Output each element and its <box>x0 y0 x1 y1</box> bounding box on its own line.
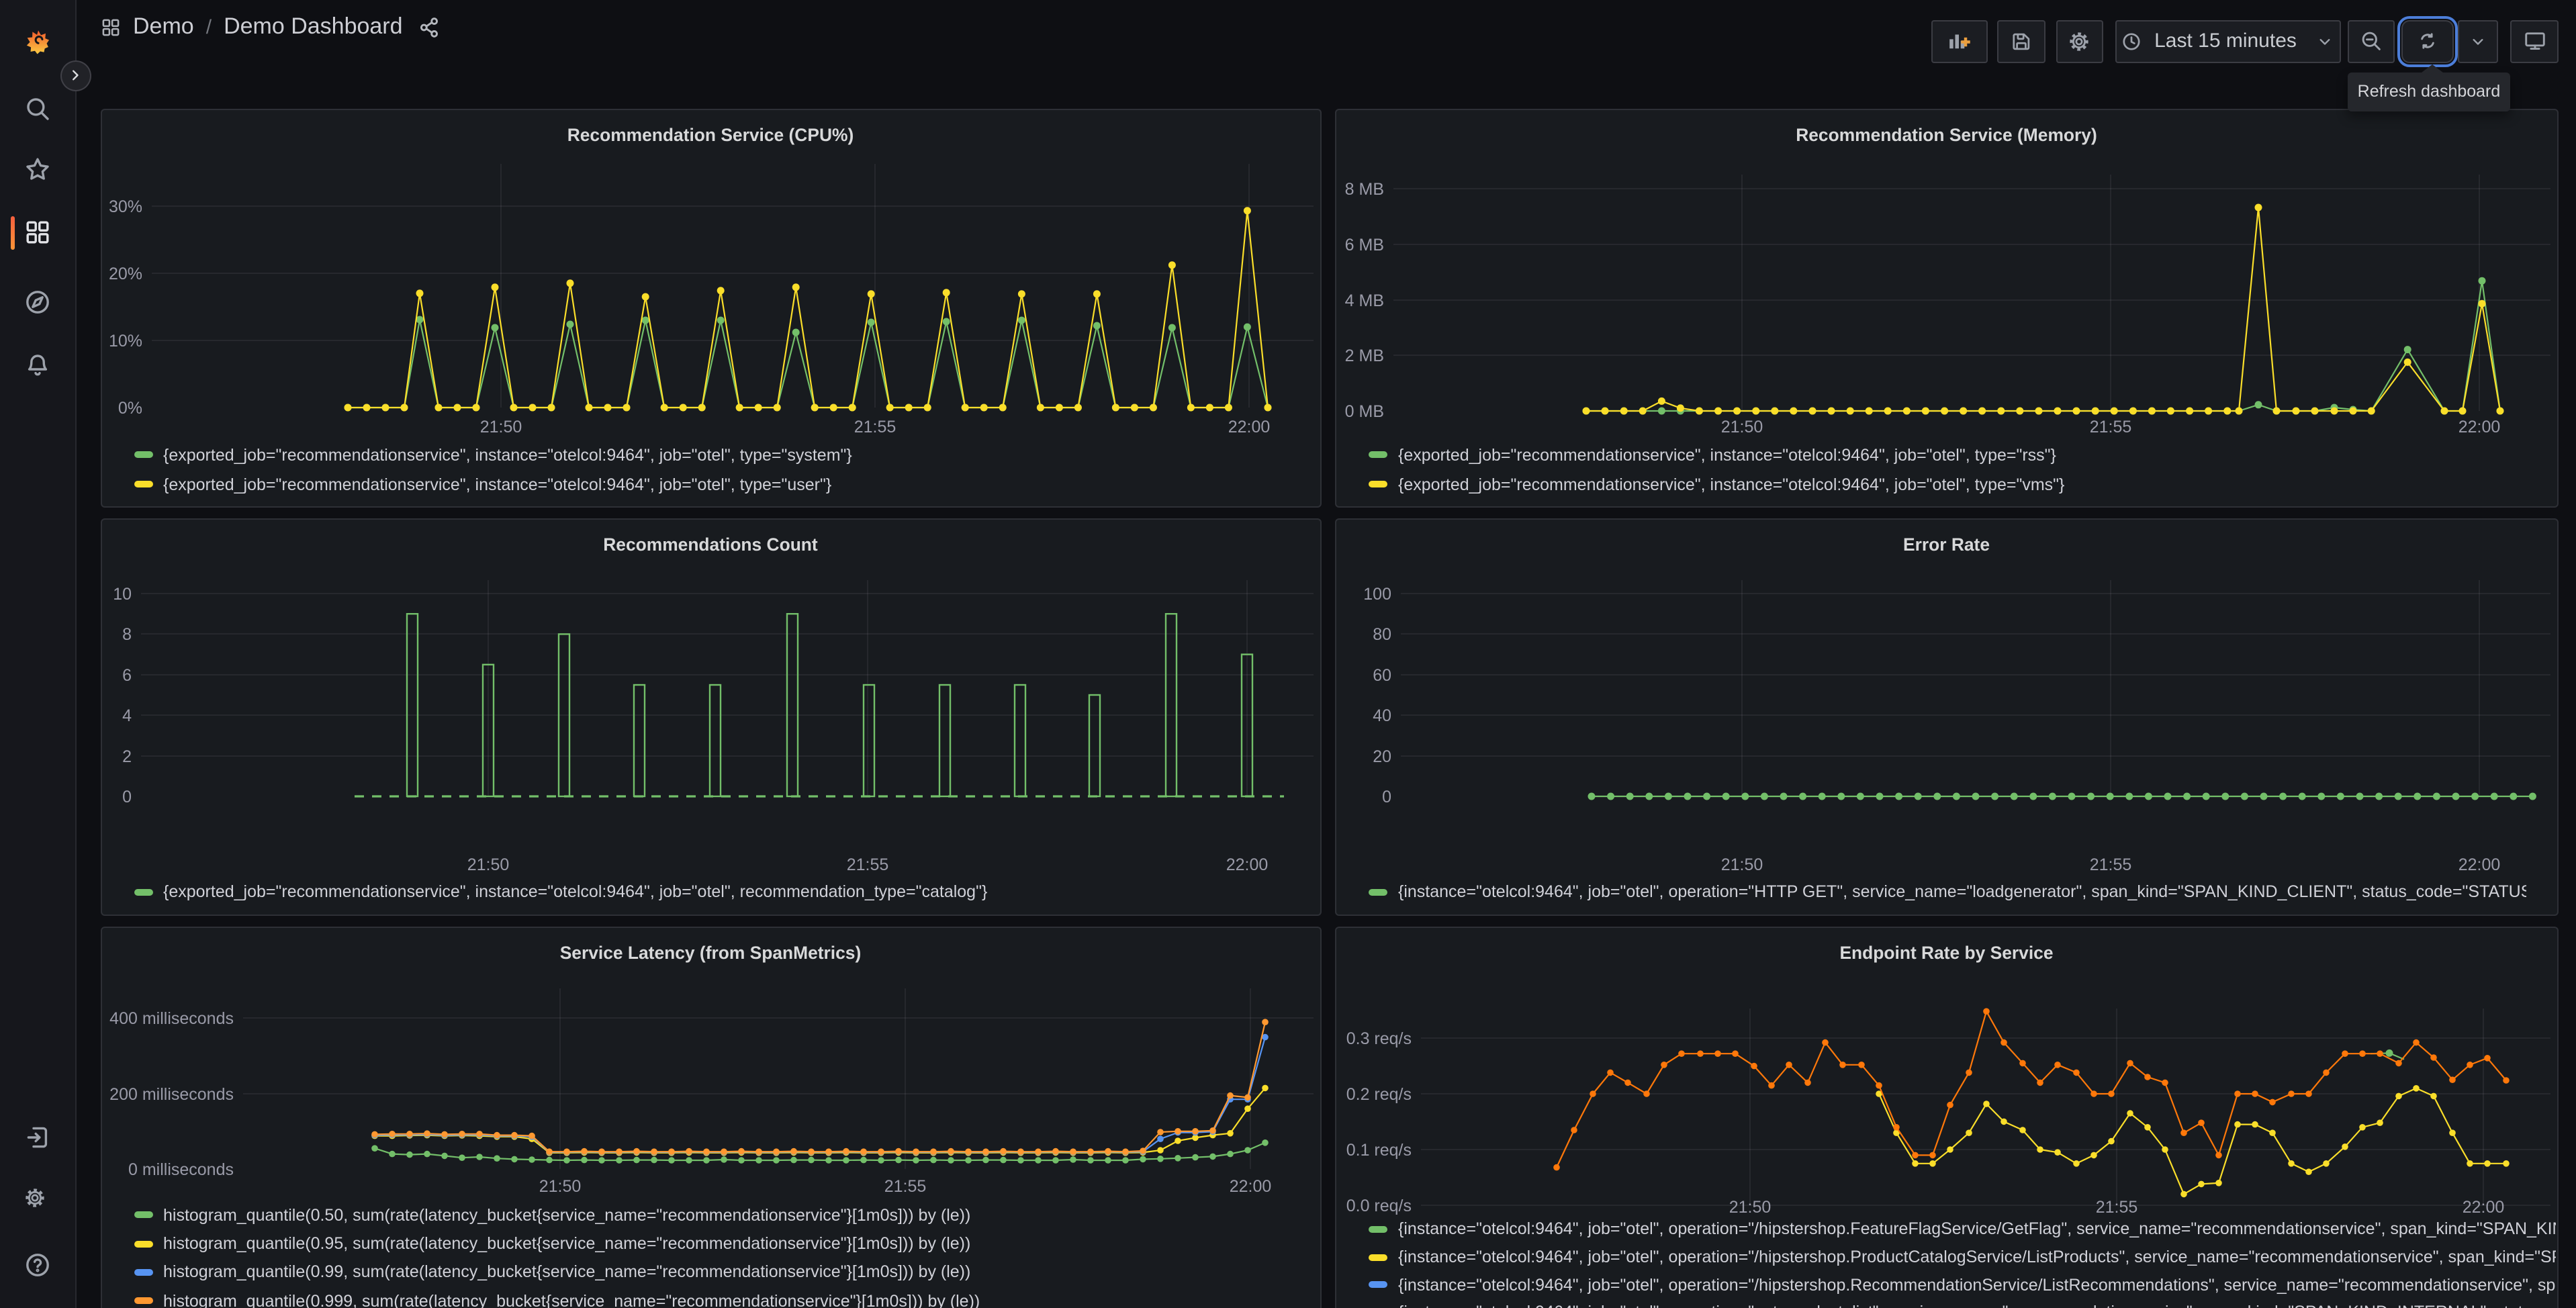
svg-text:22:00: 22:00 <box>2458 418 2501 436</box>
svg-text:21:50: 21:50 <box>1729 1198 1772 1217</box>
svg-text:21:50: 21:50 <box>1721 418 1763 436</box>
svg-text:21:50: 21:50 <box>479 418 522 436</box>
svg-text:21:55: 21:55 <box>2096 1198 2138 1217</box>
svg-text:21:50: 21:50 <box>1721 855 1763 874</box>
svg-text:21:50: 21:50 <box>539 1177 581 1196</box>
svg-text:30%: 30% <box>108 197 142 216</box>
svg-text:80: 80 <box>1373 625 1391 644</box>
svg-text:21:55: 21:55 <box>2090 418 2132 436</box>
svg-text:20: 20 <box>1373 747 1391 766</box>
svg-text:22:00: 22:00 <box>1226 855 1268 874</box>
svg-text:100: 100 <box>1363 585 1391 604</box>
svg-text:21:55: 21:55 <box>854 418 896 436</box>
svg-text:0: 0 <box>1382 788 1391 806</box>
svg-text:10%: 10% <box>108 332 142 351</box>
svg-text:0.1 req/s: 0.1 req/s <box>1346 1141 1412 1160</box>
svg-text:2 MB: 2 MB <box>1345 346 1384 365</box>
svg-text:0.2 req/s: 0.2 req/s <box>1346 1085 1412 1104</box>
svg-text:21:55: 21:55 <box>884 1177 926 1196</box>
svg-text:400 milliseconds: 400 milliseconds <box>109 1009 233 1028</box>
svg-text:6 MB: 6 MB <box>1345 236 1384 254</box>
svg-text:0 MB: 0 MB <box>1345 402 1384 421</box>
svg-text:0%: 0% <box>118 399 142 418</box>
svg-text:22:00: 22:00 <box>1228 418 1270 436</box>
svg-text:8: 8 <box>122 625 131 644</box>
svg-text:40: 40 <box>1373 706 1391 725</box>
svg-text:0.0 req/s: 0.0 req/s <box>1346 1197 1412 1215</box>
svg-text:4 MB: 4 MB <box>1345 291 1384 310</box>
svg-text:0: 0 <box>122 788 131 806</box>
svg-text:6: 6 <box>122 666 131 685</box>
svg-text:10: 10 <box>112 585 131 604</box>
svg-text:60: 60 <box>1373 666 1391 685</box>
svg-text:21:55: 21:55 <box>846 855 888 874</box>
svg-text:22:00: 22:00 <box>2463 1198 2505 1217</box>
svg-text:21:50: 21:50 <box>467 855 509 874</box>
svg-text:0.3 req/s: 0.3 req/s <box>1346 1029 1412 1048</box>
svg-text:4: 4 <box>122 706 131 725</box>
svg-text:0 milliseconds: 0 milliseconds <box>128 1160 233 1179</box>
svg-text:8 MB: 8 MB <box>1345 180 1384 199</box>
svg-text:21:55: 21:55 <box>2090 855 2132 874</box>
svg-text:22:00: 22:00 <box>1229 1177 1271 1196</box>
svg-text:2: 2 <box>122 747 131 766</box>
svg-text:200 milliseconds: 200 milliseconds <box>109 1085 233 1104</box>
svg-text:22:00: 22:00 <box>2458 855 2501 874</box>
svg-text:20%: 20% <box>108 265 142 283</box>
